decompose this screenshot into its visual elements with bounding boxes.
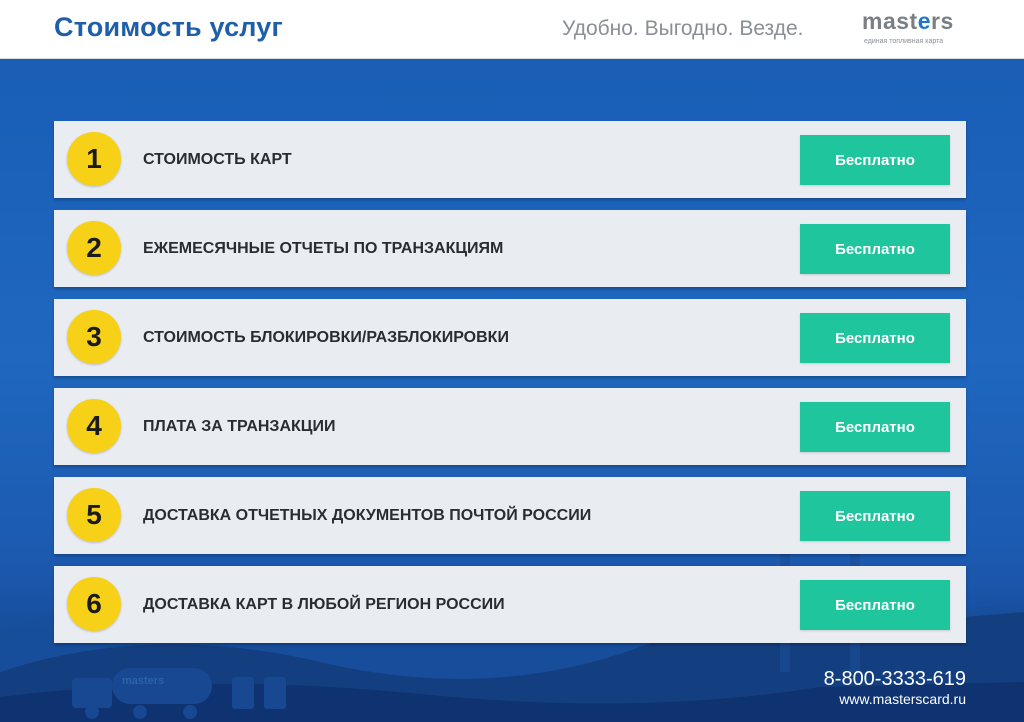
service-label: ДОСТАВКА КАРТ В ЛЮБОЙ РЕГИОН РОССИИ [143, 596, 505, 613]
logo-subtitle: единая топливная карта [864, 38, 944, 45]
phone-number: 8-800-3333-619 [823, 668, 966, 690]
logo-wordmark: masters [862, 8, 954, 34]
service-row: 6 ДОСТАВКА КАРТ В ЛЮБОЙ РЕГИОН РОССИИ Бе… [54, 566, 966, 643]
website-link[interactable]: www.masterscard.ru [824, 690, 966, 708]
price-badge: Бесплатно [800, 135, 950, 185]
page-title: Стоимость услуг [54, 12, 283, 42]
price-badge: Бесплатно [800, 580, 950, 630]
price-badge: Бесплатно [800, 313, 950, 363]
slogan: Удобно. Выгодно. Везде. [562, 17, 804, 40]
service-row: 5 ДОСТАВКА ОТЧЕТНЫХ ДОКУМЕНТОВ ПОЧТОЙ РО… [54, 477, 966, 554]
service-label: ЕЖЕМЕСЯЧНЫЕ ОТЧЕТЫ ПО ТРАНЗАКЦИЯМ [143, 240, 504, 257]
number-badge: 5 [67, 488, 121, 542]
number-badge: 6 [67, 577, 121, 631]
service-row: 1 СТОИМОСТЬ КАРТ Бесплатно [54, 121, 966, 198]
masters-logo: masters единая топливная карта [862, 8, 972, 52]
price-badge: Бесплатно [800, 402, 950, 452]
service-row: 4 ПЛАТА ЗА ТРАНЗАКЦИИ Бесплатно [54, 388, 966, 465]
number-badge: 3 [67, 310, 121, 364]
service-row: 2 ЕЖЕМЕСЯЧНЫЕ ОТЧЕТЫ ПО ТРАНЗАКЦИЯМ Бесп… [54, 210, 966, 287]
service-row: 3 СТОИМОСТЬ БЛОКИРОВКИ/РАЗБЛОКИРОВКИ Бес… [54, 299, 966, 376]
service-label: СТОИМОСТЬ КАРТ [143, 151, 292, 168]
price-badge: Бесплатно [800, 224, 950, 274]
services-list: 1 СТОИМОСТЬ КАРТ Бесплатно 2 ЕЖЕМЕСЯЧНЫЕ… [54, 121, 966, 655]
logo-c-icon: e [917, 8, 931, 34]
service-label: СТОИМОСТЬ БЛОКИРОВКИ/РАЗБЛОКИРОВКИ [143, 329, 509, 346]
truck-logo-text: masters [122, 675, 165, 687]
header: Стоимость услуг Удобно. Выгодно. Везде. … [0, 0, 1024, 59]
service-label: ДОСТАВКА ОТЧЕТНЫХ ДОКУМЕНТОВ ПОЧТОЙ РОСС… [143, 507, 592, 524]
number-badge: 4 [67, 399, 121, 453]
price-badge: Бесплатно [800, 491, 950, 541]
number-badge: 1 [67, 132, 121, 186]
number-badge: 2 [67, 221, 121, 275]
contacts: 8-800-3333-619 www.masterscard.ru [824, 668, 966, 708]
service-label: ПЛАТА ЗА ТРАНЗАКЦИИ [143, 418, 336, 435]
